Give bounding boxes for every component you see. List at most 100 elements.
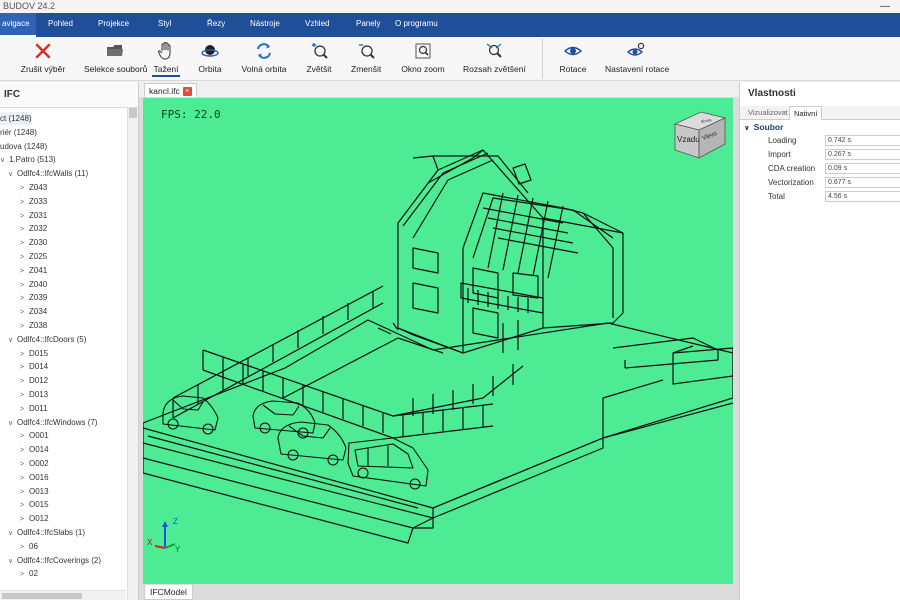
tree-item[interactable]: > Z030 (0, 236, 47, 249)
tree-item[interactable]: > Z039 (0, 291, 47, 304)
chevron-right-icon[interactable]: > (20, 251, 29, 264)
menu-projection[interactable]: Projekce (98, 13, 129, 37)
tree-item[interactable]: > O014 (0, 443, 49, 456)
chevron-right-icon[interactable]: > (20, 292, 29, 305)
document-tab[interactable]: kancl.ifc × (144, 83, 197, 97)
property-value[interactable]: 0.09 s (825, 163, 900, 174)
menu-appearance[interactable]: Vzhled (305, 13, 329, 37)
chevron-down-icon[interactable]: ∨ (8, 417, 17, 430)
menu-sections[interactable]: Řezy (207, 13, 225, 37)
chevron-right-icon[interactable]: > (20, 375, 29, 388)
chevron-right-icon[interactable]: > (20, 568, 29, 581)
chevron-right-icon[interactable]: > (20, 320, 29, 333)
tree-item[interactable]: > O001 (0, 429, 49, 442)
chevron-right-icon[interactable]: > (20, 499, 29, 512)
tree-item[interactable]: > O002 (0, 457, 49, 470)
chevron-right-icon[interactable]: > (20, 237, 29, 250)
chevron-down-icon[interactable]: ∨ (8, 168, 17, 181)
tree-item[interactable]: >06 (0, 540, 38, 553)
tree-item[interactable]: > Z032 (0, 222, 47, 235)
menu-panels[interactable]: Panely (356, 13, 380, 37)
cancel-selection-button[interactable]: Zrušit výběr (18, 41, 68, 79)
tree-item[interactable]: > D013 (0, 388, 48, 401)
tree-item[interactable]: ∨ Odlfc4::IfcWindows (7) (0, 416, 97, 429)
chevron-right-icon[interactable]: > (20, 430, 29, 443)
scrollbar-thumb[interactable] (2, 593, 82, 599)
menu-navigation[interactable]: avigace (0, 13, 36, 37)
tree-item[interactable]: > D012 (0, 374, 48, 387)
zoom-out-button[interactable]: Zmenšit (351, 41, 381, 79)
zoom-in-button[interactable]: Zvětšit (306, 41, 332, 79)
drag-button[interactable]: Tažení (152, 41, 180, 79)
tree-horizontal-scrollbar[interactable] (0, 590, 126, 600)
chevron-right-icon[interactable]: > (20, 541, 29, 554)
ifc-tree[interactable]: ct (1248) riér (1248) udova (1248) ∨ 1.Patro… (0, 108, 126, 600)
tree-item[interactable]: >02 (0, 567, 38, 580)
menu-view[interactable]: Pohled (48, 13, 73, 37)
tree-item[interactable]: ∨ Odlfc4::IfcSlabs (1) (0, 526, 85, 539)
section-file[interactable]: ∨ Soubor (744, 122, 783, 132)
close-tab-icon[interactable]: × (182, 87, 192, 97)
rotate-settings-button[interactable]: Nastavení rotace (605, 41, 669, 79)
chevron-right-icon[interactable]: > (20, 223, 29, 236)
chevron-right-icon[interactable]: > (20, 458, 29, 471)
chevron-down-icon[interactable]: ∨ (0, 154, 9, 167)
chevron-down-icon[interactable]: ∨ (8, 527, 17, 540)
chevron-down-icon[interactable]: ∨ (744, 125, 750, 132)
menu-tools[interactable]: Nástroje (250, 13, 280, 37)
tree-vertical-scrollbar[interactable] (127, 108, 138, 600)
tree-item[interactable]: > Z031 (0, 209, 47, 222)
tree-item[interactable]: > Z033 (0, 195, 47, 208)
tree-item[interactable]: > O016 (0, 471, 49, 484)
zoom-extents-button[interactable]: Rozsah zvětšení (463, 41, 526, 79)
tree-item[interactable]: ∨ Odlfc4::IfcWalls (11) (0, 167, 88, 180)
chevron-right-icon[interactable]: > (20, 182, 29, 195)
rotate-button[interactable]: Rotace (558, 41, 588, 79)
chevron-right-icon[interactable]: > (20, 513, 29, 526)
tree-item[interactable]: ∨ Odlfc4::IfcDoors (5) (0, 333, 86, 346)
chevron-right-icon[interactable]: > (20, 486, 29, 499)
minimize-icon[interactable]: — (880, 0, 890, 13)
scrollbar-thumb[interactable] (129, 108, 137, 118)
tree-item[interactable]: > Z041 (0, 264, 47, 277)
tree-item[interactable]: riér (1248) (0, 126, 37, 139)
chevron-down-icon[interactable]: ∨ (8, 334, 17, 347)
chevron-right-icon[interactable]: > (20, 306, 29, 319)
tree-item[interactable]: > Z040 (0, 278, 47, 291)
zoom-window-button[interactable]: Okno zoom (401, 41, 445, 79)
chevron-right-icon[interactable]: > (20, 348, 29, 361)
tab-visualize[interactable]: Vizualizovat (744, 106, 792, 120)
property-value[interactable]: 0.742 s (825, 135, 900, 146)
tree-item[interactable]: > O013 (0, 485, 49, 498)
tree-item[interactable]: > Z025 (0, 250, 47, 263)
menu-about[interactable]: O programu (395, 13, 438, 37)
menu-style[interactable]: Styl (158, 13, 171, 37)
tree-item[interactable]: ∨ 1.Patro (513) (0, 153, 56, 166)
chevron-right-icon[interactable]: > (20, 472, 29, 485)
free-orbit-button[interactable]: Volná orbita (241, 41, 287, 79)
property-value[interactable]: 0.677 s (825, 177, 900, 188)
chevron-right-icon[interactable]: > (20, 279, 29, 292)
chevron-right-icon[interactable]: > (20, 361, 29, 374)
tree-item[interactable]: > D014 (0, 360, 48, 373)
chevron-down-icon[interactable]: ∨ (8, 555, 17, 568)
navigation-cube[interactable]: Shora Vzadu Vlevo (671, 104, 727, 160)
tree-item[interactable]: > Z043 (0, 181, 47, 194)
chevron-right-icon[interactable]: > (20, 265, 29, 278)
tree-item[interactable]: > D011 (0, 402, 48, 415)
file-selection-button[interactable]: Selekce souborů (84, 41, 147, 79)
property-value[interactable]: 0.267 s (825, 149, 900, 160)
navcube-front-face[interactable]: Vzadu (677, 135, 700, 144)
tree-item[interactable]: > Z038 (0, 319, 47, 332)
chevron-right-icon[interactable]: > (20, 389, 29, 402)
model-tab[interactable]: IFCModel (144, 585, 193, 600)
tree-item[interactable]: ct (1248) (0, 112, 32, 125)
tree-item[interactable]: > D015 (0, 347, 48, 360)
tree-item[interactable]: ∨ Odlfc4::IfcCoverings (2) (0, 554, 101, 567)
property-value[interactable]: 4.56 s (825, 191, 900, 202)
tree-item[interactable]: > O012 (0, 512, 49, 525)
chevron-right-icon[interactable]: > (20, 403, 29, 416)
3d-viewport[interactable]: FPS: 22.0 Shora Vzadu Vlevo Z X Y (143, 98, 733, 584)
chevron-right-icon[interactable]: > (20, 444, 29, 457)
chevron-right-icon[interactable]: > (20, 196, 29, 209)
